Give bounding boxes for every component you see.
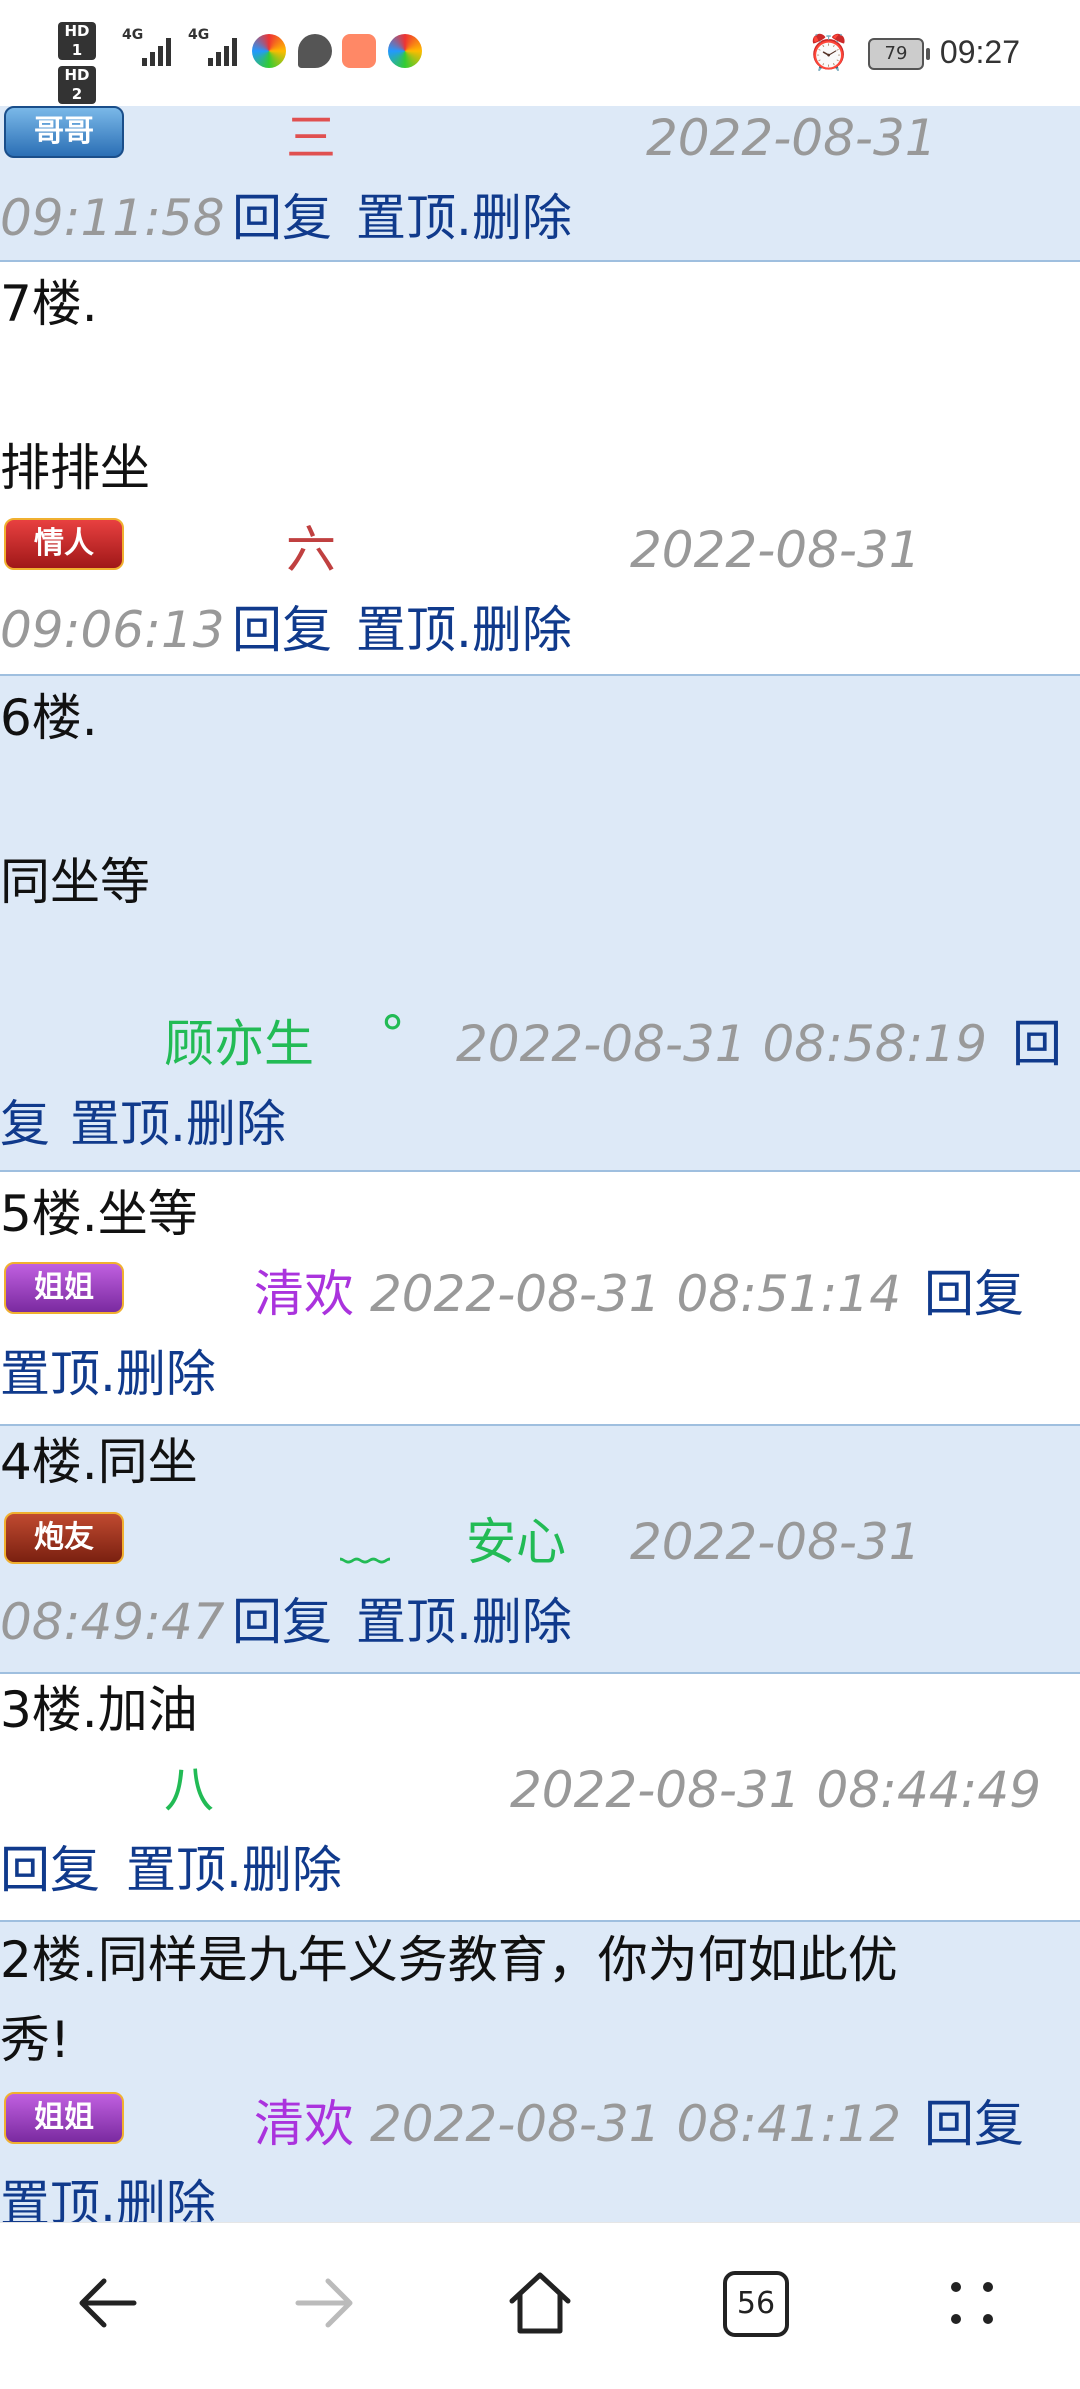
user-badge: 情人 [4, 518, 124, 570]
timestamp: 2022-08-31 08:41:12 [370, 2095, 902, 2153]
user-badge: 姐姐 [4, 2092, 124, 2144]
reply-link[interactable]: 回复 [232, 190, 332, 246]
tabs-button[interactable]: 56 [696, 2263, 816, 2343]
timestamp: 2022-08-31 08:58:19 [456, 1015, 988, 1073]
list-item: 哥哥 三 2022-08-31 09:11:58 回复 置顶.删除 [0, 106, 1080, 262]
author-suffix: ° [380, 1005, 405, 1063]
pin-delete-links[interactable]: 置顶.删除 [356, 1594, 572, 1650]
author-name[interactable]: 六 [286, 522, 336, 578]
floor-label: 6楼. [0, 689, 98, 747]
bottom-navigation: 56 [0, 2222, 1080, 2389]
app-icon-colorful [252, 34, 286, 68]
list-item: 4楼.同坐 炮友 ﹏ 安心 2022-08-31 08:49:47 回复 置顶.… [0, 1426, 1080, 1674]
timestamp: 2022-08-31 [630, 1513, 921, 1571]
list-item: 6楼. 同坐等 顾亦生 ° 2022-08-31 08:58:19 回 复 置顶… [0, 676, 1080, 1172]
signal1-label: 4G [122, 27, 144, 43]
author-name[interactable]: 安心 [466, 1514, 566, 1570]
timestamp: 08:49:47 [0, 1593, 225, 1651]
message-icon [298, 34, 332, 68]
pin-delete-links[interactable]: 置顶.删除 [126, 1842, 342, 1898]
author-name[interactable]: 八 [164, 1762, 214, 1818]
pin-delete-links[interactable]: 置顶.删除 [70, 1096, 286, 1152]
author-prefix: ﹏ [340, 1513, 390, 1571]
floor-label: 3楼.加油 [0, 1681, 198, 1739]
timestamp: 2022-08-31 08:51:14 [370, 1265, 902, 1323]
pin-delete-links[interactable]: 置顶.删除 [0, 2176, 216, 2222]
timestamp: 2022-08-31 08:44:49 [510, 1761, 1042, 1819]
reply-link[interactable]: 回复 [924, 1266, 1024, 1322]
floor-label: 7楼. [0, 275, 98, 333]
sim-indicators: HD 1 HD 2 [58, 22, 96, 110]
menu-dots-icon [951, 2282, 993, 2324]
author-name[interactable]: 清欢 [254, 1266, 354, 1322]
timestamp: 2022-08-31 [646, 109, 937, 167]
timestamp: 2022-08-31 [630, 521, 921, 579]
tabs-count: 56 [723, 2271, 789, 2337]
sim1-label: HD 1 [58, 22, 96, 60]
author-name[interactable]: 顾亦生 [164, 1016, 314, 1072]
menu-button[interactable] [912, 2263, 1032, 2343]
author-name[interactable]: 三 [286, 110, 336, 166]
signal2-label: 4G [188, 27, 210, 43]
floor-label: 4楼.同坐 [0, 1433, 198, 1491]
timestamp: 09:11:58 [0, 189, 225, 247]
reply-link[interactable]: 回复 [0, 1842, 100, 1898]
list-item: 2楼.同样是九年义务教育，你为何如此优 秀! 姐姐 清欢 2022-08-31 … [0, 1922, 1080, 2222]
reply-link[interactable]: 回 [1012, 1016, 1062, 1072]
health-app-icon [342, 34, 376, 68]
app-icon-colorful [388, 34, 422, 68]
user-badge: 姐姐 [4, 1262, 124, 1314]
list-item: 3楼.加油 八 2022-08-31 08:44:49 回复 置顶.删除 [0, 1674, 1080, 1922]
post-content: 同坐等 [0, 853, 150, 911]
pin-delete-links[interactable]: 置顶.删除 [356, 602, 572, 658]
reply-link[interactable]: 回复 [924, 2096, 1024, 2152]
author-name[interactable]: 清欢 [254, 2096, 354, 2152]
signal-bars-icon [142, 30, 182, 66]
pin-delete-links[interactable]: 置顶.删除 [356, 190, 572, 246]
timestamp: 09:06:13 [0, 601, 225, 659]
signal-bars-icon [208, 30, 248, 66]
home-button[interactable] [480, 2263, 600, 2343]
status-time: 09:27 [939, 34, 1020, 70]
back-arrow-icon [79, 2278, 137, 2328]
forward-arrow-icon [295, 2278, 353, 2328]
post-list[interactable]: 哥哥 三 2022-08-31 09:11:58 回复 置顶.删除 7楼. 排排… [0, 106, 1080, 2222]
home-icon [509, 2272, 571, 2334]
forward-button[interactable] [264, 2263, 384, 2343]
reply-link[interactable]: 回复 [232, 1594, 332, 1650]
post-content: 排排坐 [0, 439, 150, 497]
user-badge: 哥哥 [4, 106, 124, 158]
floor-label: 2楼.同样是九年义务教育，你为何如此优 [0, 1931, 898, 1989]
pin-delete-links[interactable]: 置顶.删除 [0, 1346, 216, 1402]
alarm-icon: ⏰ [807, 33, 850, 73]
battery-icon: 79 [868, 38, 930, 70]
status-bar: HD 1 HD 2 4G 4G ⏰ 79 09:27 [0, 0, 1080, 106]
floor-label: 秀! [0, 2011, 71, 2069]
list-item: 7楼. 排排坐 情人 六 2022-08-31 09:06:13 回复 置顶.删… [0, 262, 1080, 676]
list-item: 5楼.坐等 姐姐 清欢 2022-08-31 08:51:14 回复 置顶.删除 [0, 1172, 1080, 1426]
reply-link[interactable]: 回复 [232, 602, 332, 658]
floor-label: 5楼.坐等 [0, 1185, 198, 1243]
back-button[interactable] [48, 2263, 168, 2343]
sim2-label: HD 2 [58, 66, 96, 104]
reply-link[interactable]: 复 [0, 1096, 50, 1152]
user-badge: 炮友 [4, 1512, 124, 1564]
